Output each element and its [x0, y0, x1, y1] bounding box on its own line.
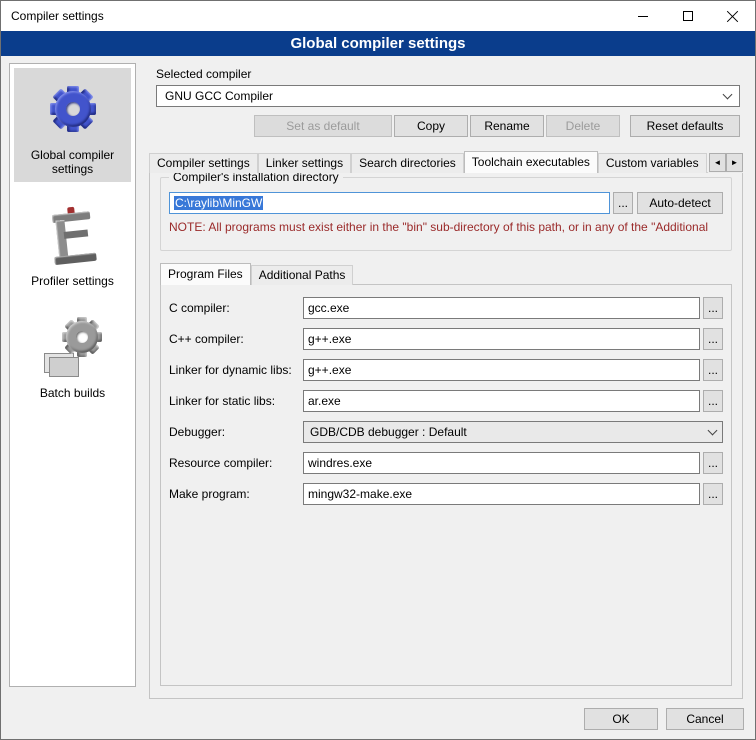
close-button[interactable] [710, 1, 755, 31]
tab-scroll-right-button[interactable]: ► [726, 153, 743, 172]
input-value: windres.exe [308, 456, 372, 470]
auto-detect-button[interactable]: Auto-detect [637, 192, 723, 214]
installation-directory-input[interactable]: C:\raylib\MinGW [169, 192, 610, 214]
compiler-actions: Set as default Copy Rename Delete Reset … [156, 115, 740, 137]
delete-button: Delete [546, 115, 620, 137]
settings-category-sidebar: Global compiler settings Profiler settin… [9, 63, 136, 687]
input-value: g++.exe [308, 363, 351, 377]
toolchain-executables-panel: Compiler's installation directory C:\ray… [149, 172, 743, 699]
debugger-row: Debugger: GDB/CDB debugger : Default [169, 421, 723, 443]
linker-static-input[interactable]: ar.exe [303, 390, 700, 412]
cpp-compiler-label: C++ compiler: [169, 332, 303, 346]
make-program-label: Make program: [169, 487, 303, 501]
linker-dynamic-row: Linker for dynamic libs: g++.exe ... [169, 359, 723, 381]
ok-button[interactable]: OK [584, 708, 658, 730]
debugger-label: Debugger: [169, 425, 303, 439]
titlebar: Compiler settings [1, 1, 755, 31]
c-compiler-input[interactable]: gcc.exe [303, 297, 700, 319]
make-program-row: Make program: mingw32-make.exe ... [169, 483, 723, 505]
chevron-down-icon [708, 426, 718, 436]
tab-linker-settings[interactable]: Linker settings [258, 153, 351, 173]
program-files-panel: C compiler: gcc.exe ... C++ compiler: g+… [160, 284, 732, 686]
debugger-value: GDB/CDB debugger : Default [310, 425, 467, 439]
linker-dynamic-label: Linker for dynamic libs: [169, 363, 303, 377]
maximize-button[interactable] [665, 1, 710, 31]
chevron-down-icon [723, 90, 733, 100]
sidebar-item-label: Batch builds [16, 386, 129, 400]
tab-compiler-settings[interactable]: Compiler settings [149, 153, 258, 173]
make-program-browse-button[interactable]: ... [703, 483, 723, 505]
set-as-default-button: Set as default [254, 115, 392, 137]
minimize-button[interactable] [620, 1, 665, 31]
profiler-clamp-icon [16, 202, 129, 268]
settings-tabstrip: Compiler settingsLinker settingsSearch d… [149, 151, 743, 173]
gear-blue-icon [16, 76, 129, 142]
resource-compiler-browse-button[interactable]: ... [703, 452, 723, 474]
input-value: mingw32-make.exe [308, 487, 412, 501]
copy-button[interactable]: Copy [394, 115, 468, 137]
tab-custom-variables[interactable]: Custom variables [598, 153, 707, 173]
make-program-input[interactable]: mingw32-make.exe [303, 483, 700, 505]
selected-compiler-label: Selected compiler [156, 67, 251, 81]
sidebar-item-profiler-settings[interactable]: Profiler settings [14, 194, 131, 294]
linker-static-label: Linker for static libs: [169, 394, 303, 408]
sidebar-item-batch-builds[interactable]: Batch builds [14, 306, 131, 406]
installation-directory-browse-button[interactable]: ... [613, 192, 633, 214]
main-content: Selected compiler GNU GCC Compiler Set a… [146, 63, 747, 699]
sidebar-item-label: Global compiler settings [16, 148, 129, 176]
linker-static-browse-button[interactable]: ... [703, 390, 723, 412]
close-icon [727, 10, 739, 22]
gear-gray-stack-icon [16, 314, 129, 380]
cpp-compiler-row: C++ compiler: g++.exe ... [169, 328, 723, 350]
selected-compiler-value: GNU GCC Compiler [165, 89, 273, 103]
installation-directory-row: C:\raylib\MinGW ... Auto-detect [169, 192, 723, 214]
linker-static-row: Linker for static libs: ar.exe ... [169, 390, 723, 412]
resource-compiler-input[interactable]: windres.exe [303, 452, 700, 474]
tab-additional-paths[interactable]: Additional Paths [251, 265, 354, 285]
reset-defaults-button[interactable]: Reset defaults [630, 115, 740, 137]
dialog-header: Global compiler settings [1, 31, 755, 56]
debugger-select[interactable]: GDB/CDB debugger : Default [303, 421, 723, 443]
bin-subdirectory-note: NOTE: All programs must exist either in … [169, 220, 723, 234]
tab-program-files[interactable]: Program Files [160, 263, 251, 285]
rename-button[interactable]: Rename [470, 115, 544, 137]
compiler-settings-window: Compiler settings Global compiler settin… [0, 0, 756, 740]
input-value: ar.exe [308, 394, 341, 408]
maximize-icon [683, 11, 693, 21]
cpp-compiler-browse-button[interactable]: ... [703, 328, 723, 350]
cpp-compiler-input[interactable]: g++.exe [303, 328, 700, 350]
installation-directory-value: C:\raylib\MinGW [174, 196, 263, 210]
c-compiler-row: C compiler: gcc.exe ... [169, 297, 723, 319]
input-value: g++.exe [308, 332, 351, 346]
window-controls [620, 1, 755, 31]
linker-dynamic-input[interactable]: g++.exe [303, 359, 700, 381]
tab-scroll-buttons: ◄ ► [707, 153, 743, 172]
c-compiler-label: C compiler: [169, 301, 303, 315]
resource-compiler-label: Resource compiler: [169, 456, 303, 470]
cancel-button[interactable]: Cancel [666, 708, 744, 730]
installation-directory-group: Compiler's installation directory C:\ray… [160, 177, 732, 251]
tab-scroll-left-button[interactable]: ◄ [709, 153, 726, 172]
resource-compiler-row: Resource compiler: windres.exe ... [169, 452, 723, 474]
sidebar-item-label: Profiler settings [16, 274, 129, 288]
c-compiler-browse-button[interactable]: ... [703, 297, 723, 319]
selected-compiler-select[interactable]: GNU GCC Compiler [156, 85, 740, 107]
tab-search-directories[interactable]: Search directories [351, 153, 464, 173]
dialog-footer: OK Cancel [584, 708, 744, 730]
sidebar-item-global-compiler-settings[interactable]: Global compiler settings [14, 68, 131, 182]
programs-tabstrip: Program FilesAdditional Paths [160, 263, 732, 285]
linker-dynamic-browse-button[interactable]: ... [703, 359, 723, 381]
window-title: Compiler settings [11, 9, 104, 23]
input-value: gcc.exe [308, 301, 349, 315]
tab-toolchain-executables[interactable]: Toolchain executables [464, 151, 598, 173]
minimize-icon [638, 16, 648, 17]
